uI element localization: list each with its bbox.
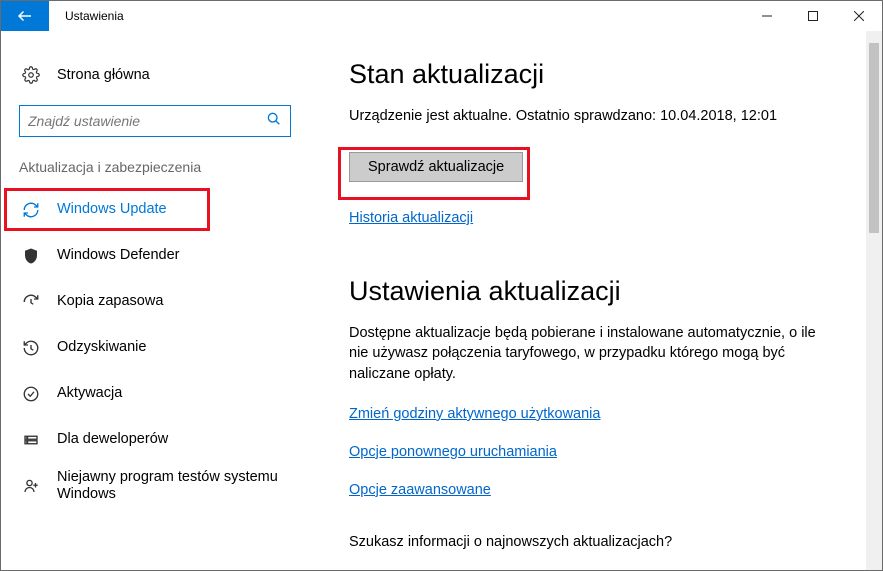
sidebar-label: Windows Update [57,201,167,218]
history-link[interactable]: Historia aktualizacji [349,210,842,226]
search-input[interactable] [28,113,266,129]
gear-icon [21,66,41,84]
close-button[interactable] [836,1,882,31]
status-heading: Stan aktualizacji [349,59,842,90]
search-box[interactable] [19,105,291,137]
vertical-scrollbar[interactable] [866,31,882,570]
sidebar-label: Kopia zapasowa [57,293,163,310]
check-updates-button[interactable]: Sprawdź aktualizacje [349,152,523,182]
sidebar-label: Aktywacja [57,385,122,402]
sidebar-item-windows-defender[interactable]: Windows Defender [1,233,309,279]
sidebar-home-label: Strona główna [57,67,150,83]
active-hours-link[interactable]: Zmień godziny aktywnego użytkowania [349,406,842,422]
sidebar-item-backup[interactable]: Kopia zapasowa [1,279,309,325]
restart-options-link[interactable]: Opcje ponownego uruchamiania [349,444,842,460]
main-pane: Stan aktualizacji Urządzenie jest aktual… [309,31,882,570]
history-icon [21,339,41,357]
sidebar-label: Dla deweloperów [57,431,168,448]
sidebar-item-insider[interactable]: Niejawny program testów systemu Windows [1,463,309,509]
update-settings-text: Dostępne aktualizacje będą pobierane i i… [349,323,829,384]
scrollbar-thumb[interactable] [869,43,879,233]
developer-icon [21,431,41,449]
sidebar: Strona główna Aktualizacja i zabezpiecze… [1,31,309,570]
sidebar-label: Odzyskiwanie [57,339,146,356]
sidebar-item-recovery[interactable]: Odzyskiwanie [1,325,309,371]
sync-icon [21,201,41,219]
shield-icon [21,247,41,265]
minimize-button[interactable] [744,1,790,31]
maximize-button[interactable] [790,1,836,31]
sidebar-section-label: Aktualizacja i zabezpieczenia [1,153,309,187]
sidebar-label: Niejawny program testów systemu Windows [57,469,287,504]
sidebar-item-windows-update[interactable]: Windows Update [1,187,309,233]
sidebar-item-activation[interactable]: Aktywacja [1,371,309,417]
sidebar-item-developers[interactable]: Dla deweloperów [1,417,309,463]
check-circle-icon [21,385,41,403]
status-text: Urządzenie jest aktualne. Ostatnio spraw… [349,108,842,124]
update-settings-heading: Ustawienia aktualizacji [349,276,842,307]
sidebar-label: Windows Defender [57,247,180,264]
footer-question: Szukasz informacji o najnowszych aktuali… [349,534,842,550]
sidebar-home[interactable]: Strona główna [1,55,309,95]
backup-icon [21,293,41,311]
back-button[interactable] [1,1,49,31]
insider-icon [21,477,41,495]
search-icon [266,111,282,132]
window-title: Ustawienia [49,1,124,31]
advanced-options-link[interactable]: Opcje zaawansowane [349,482,842,498]
